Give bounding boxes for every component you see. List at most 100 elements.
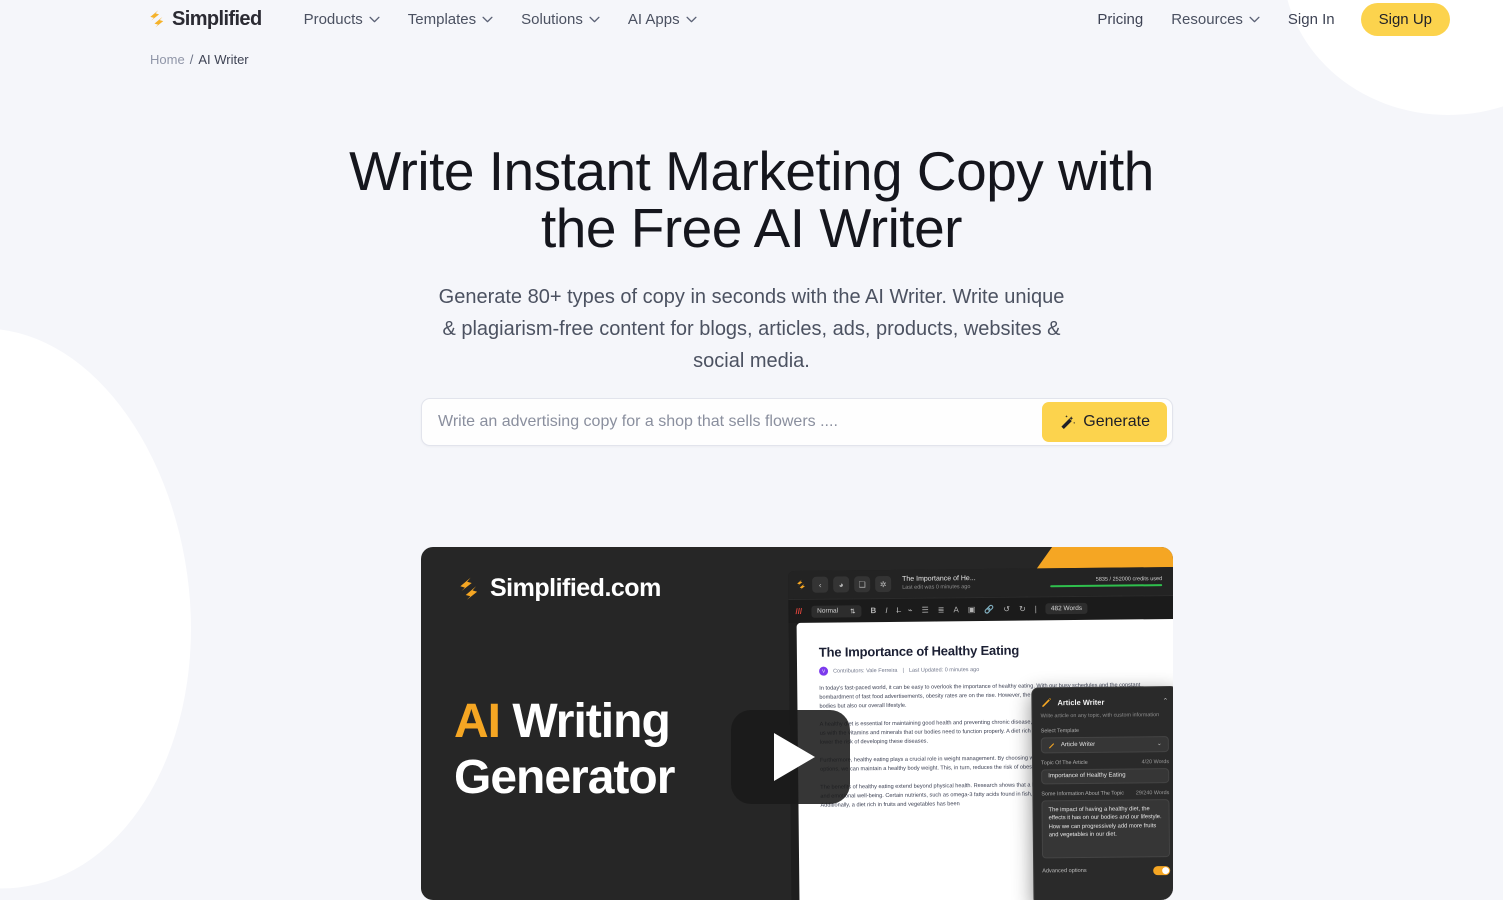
document-meta: The Importance of He... Last edit was 0 …: [902, 575, 976, 591]
play-button[interactable]: [731, 710, 850, 804]
video-headline: AI Writing Generator: [454, 694, 675, 806]
brand-mark-icon: ///: [795, 606, 803, 616]
ai-info-word-count: 29/240 Words: [1135, 789, 1170, 796]
nav-secondary: Pricing Resources Sign In Sign Up: [1083, 2, 1450, 36]
magic-wand-icon: [1061, 414, 1076, 429]
byline-contributors: Contributors: Vale Ferreira: [833, 667, 898, 675]
avatar: V: [819, 666, 829, 676]
ai-article-writer-panel: Article Writer ⌃ Write article on any to…: [1031, 685, 1173, 900]
image-icon[interactable]: ▣: [968, 605, 976, 614]
nav-primary: Products Templates Solutions AI Apps: [290, 11, 711, 28]
nav-item-label: Resources: [1171, 10, 1243, 28]
ai-advanced-toggle[interactable]: [1153, 865, 1171, 875]
ai-panel-header[interactable]: Article Writer ⌃: [1040, 695, 1168, 708]
ai-topic-word-count: 4/20 Words: [1141, 758, 1170, 765]
pencil-icon: [1049, 742, 1055, 748]
ai-info-label-row: Some Information About The Topic 29/240 …: [1041, 790, 1169, 797]
chevron-up-icon[interactable]: ⌃: [1162, 697, 1168, 705]
chevron-updown-icon: ⇅: [850, 607, 856, 615]
prompt-bar: Generate: [421, 398, 1173, 446]
ai-advanced-label: Advanced options: [1042, 867, 1087, 875]
align-icon[interactable]: ≣: [938, 605, 945, 614]
ai-info-label: Some Information About The Topic: [1041, 790, 1124, 797]
paragraph-style-select[interactable]: Normal ⇅: [811, 604, 862, 618]
editor-topbar: ‹ ◕ ❏ ✲ The Importance of He... Last edi…: [788, 567, 1173, 600]
video-brand-text: Simplified.com: [490, 574, 661, 602]
navbar: Simplified Products Templates Solutions …: [0, 0, 1503, 38]
copy-icon[interactable]: ❏: [854, 576, 871, 593]
ai-template-label-row: Select Template: [1040, 727, 1169, 734]
simplified-bolt-logo-icon: [150, 10, 164, 28]
chevron-down-icon: [589, 16, 600, 22]
chevron-down-icon: [686, 16, 697, 22]
list-icon[interactable]: ☰: [922, 606, 929, 615]
ai-topic-label: Topic Of The Article: [1041, 759, 1088, 766]
byline-updated: Last Updated: 0 minutes ago: [908, 666, 980, 674]
credits-block: 5835 / 252000 credits used: [1050, 576, 1166, 588]
generate-button[interactable]: Generate: [1042, 402, 1167, 442]
logo[interactable]: Simplified: [147, 8, 262, 31]
nav-item-label: AI Apps: [627, 10, 680, 28]
strikethrough-icon[interactable]: I̶: [896, 606, 898, 615]
font-color-icon[interactable]: A: [953, 605, 958, 614]
redo-icon[interactable]: ↻: [1019, 605, 1026, 614]
generate-button-label: Generate: [1083, 413, 1150, 430]
sign-up-button[interactable]: Sign Up: [1360, 2, 1450, 36]
video-brand: Simplified.com: [456, 574, 661, 603]
nav-item-label: Templates: [407, 10, 477, 28]
simplified-bolt-logo-icon: [797, 579, 805, 590]
video-preview-card[interactable]: Simplified.com AI Writing Generator ‹ ◕ …: [421, 547, 1173, 900]
pencil-icon: [1042, 698, 1052, 707]
nav-item-sign-in[interactable]: Sign In: [1274, 11, 1349, 28]
byline-divider: |: [902, 667, 904, 674]
chevron-down-icon: [369, 16, 380, 22]
ai-template-label: Select Template: [1040, 727, 1080, 734]
italic-icon[interactable]: I: [885, 606, 887, 615]
nav-item-ai-apps[interactable]: AI Apps: [614, 11, 711, 28]
chevron-down-icon: ⌄: [1156, 741, 1162, 748]
ai-topic-value: Importance of Healthy Eating: [1048, 772, 1126, 780]
decorative-blob-left: [0, 309, 219, 900]
logo-text: Simplified: [172, 7, 262, 30]
bold-icon[interactable]: B: [870, 606, 876, 615]
simplified-bolt-logo-icon: [460, 577, 478, 600]
document-byline: V Contributors: Vale Ferreira | Last Upd…: [819, 663, 1156, 676]
credits-progress-bar: [1050, 583, 1163, 588]
history-clock-icon[interactable]: ◕: [833, 576, 850, 593]
divider-icon: |: [1034, 604, 1037, 614]
play-triangle-icon: [773, 733, 815, 781]
chevron-down-icon: [1249, 16, 1260, 22]
nav-item-pricing[interactable]: Pricing: [1083, 11, 1157, 28]
chevron-down-icon: [482, 16, 493, 22]
clear-format-icon[interactable]: ⌁: [908, 606, 913, 615]
document-last-edit: Last edit was 0 minutes ago: [902, 584, 971, 591]
ai-advanced-options-row[interactable]: Advanced options: [1042, 865, 1171, 876]
link-icon[interactable]: 🔗: [984, 605, 994, 614]
nav-item-templates[interactable]: Templates: [394, 11, 507, 28]
document-heading: The Importance of Healthy Eating: [818, 642, 1020, 660]
ai-info-textarea[interactable]: The impact of having a healthy diet, the…: [1041, 798, 1171, 858]
undo-icon[interactable]: ↺: [1003, 605, 1010, 614]
settings-gear-icon[interactable]: ✲: [875, 575, 892, 593]
credits-text: 5835 / 252000 credits used: [1095, 575, 1163, 583]
page-root: Simplified Products Templates Solutions …: [0, 0, 1503, 900]
prompt-input[interactable]: [422, 400, 1043, 444]
ai-template-value: Article Writer: [1060, 741, 1096, 748]
back-chevron-icon[interactable]: ‹: [812, 576, 829, 593]
ai-panel-title: Article Writer: [1057, 697, 1105, 707]
video-headline-rest: Writing: [512, 695, 670, 748]
ai-topic-input[interactable]: Importance of Healthy Eating: [1041, 767, 1170, 784]
page-title: Write Instant Marketing Copy with the Fr…: [349, 140, 1154, 259]
ai-template-select[interactable]: Article Writer ⌄: [1040, 735, 1169, 753]
hero-section: Write Instant Marketing Copy with the Fr…: [0, 0, 1503, 377]
nav-item-products[interactable]: Products: [290, 11, 394, 28]
video-headline-line2: Generator: [454, 751, 675, 804]
video-headline-accent: AI: [454, 695, 501, 748]
nav-item-label: Products: [303, 10, 363, 28]
paragraph-style-value: Normal: [817, 607, 839, 615]
ai-panel-description: Write article on any topic, with custom …: [1040, 712, 1160, 720]
word-count-badge: 482 Words: [1045, 602, 1088, 615]
nav-item-solutions[interactable]: Solutions: [507, 11, 614, 28]
hero-subtitle: Generate 80+ types of copy in seconds wi…: [438, 286, 1065, 372]
nav-item-resources[interactable]: Resources: [1157, 11, 1274, 28]
